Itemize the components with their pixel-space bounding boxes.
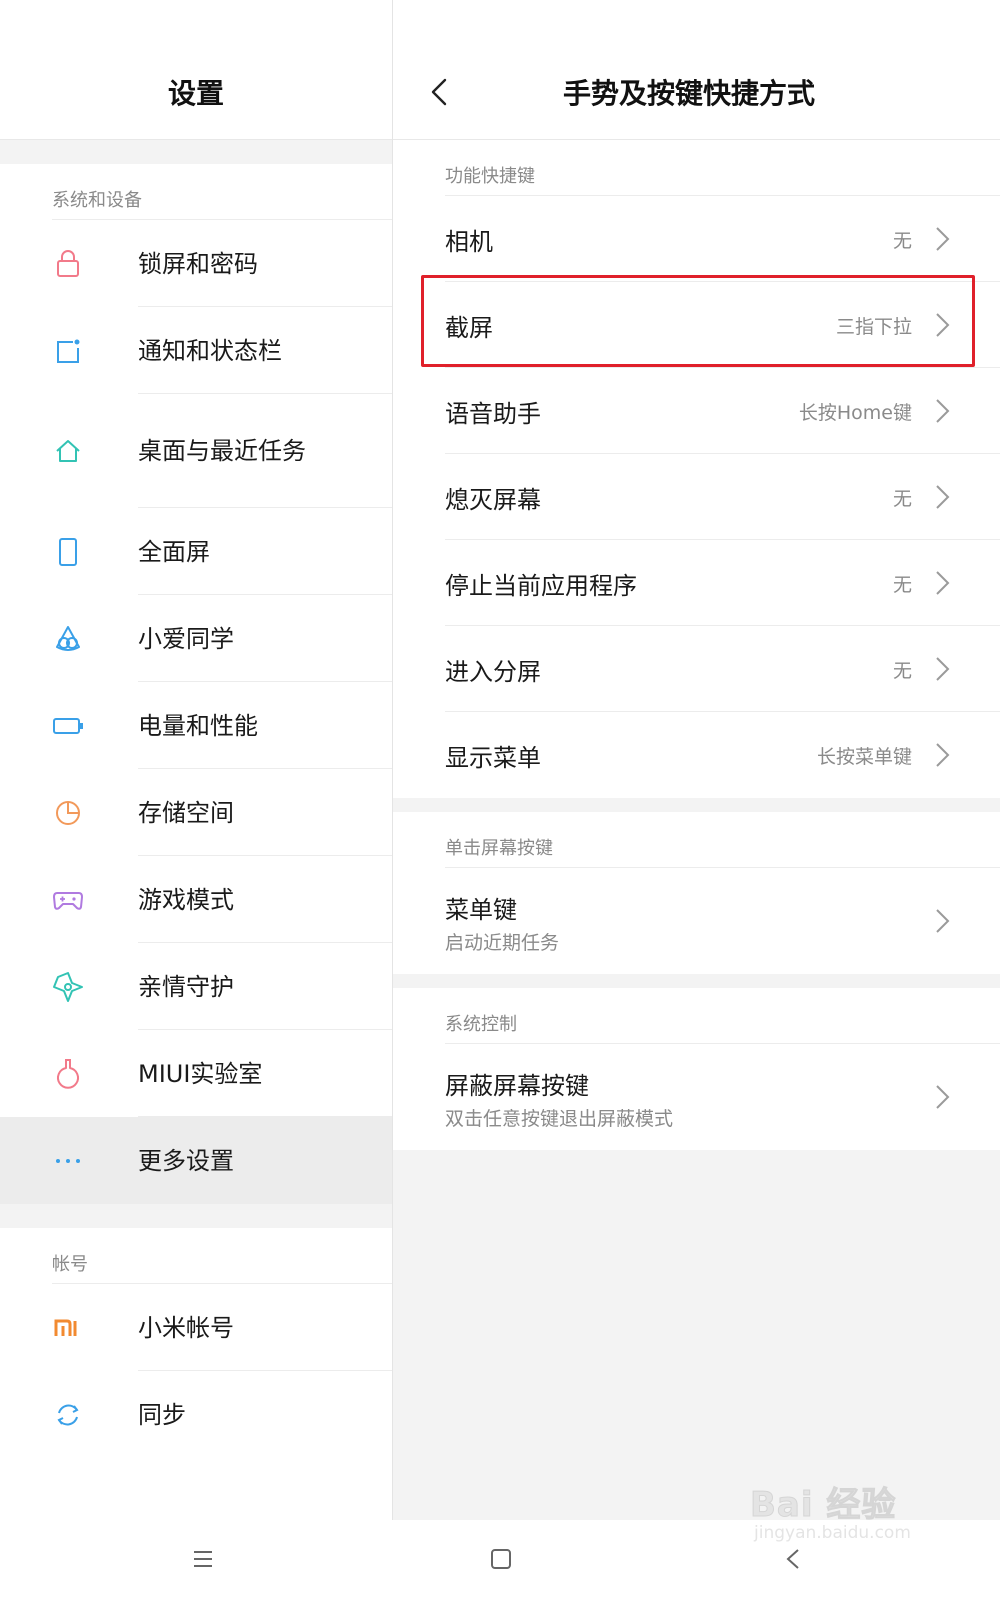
shortcut-show-menu[interactable]: 显示菜单 长按菜单键 (393, 712, 1000, 798)
chevron-right-icon (936, 657, 950, 681)
settings-item-game[interactable]: 游戏模式 (0, 856, 392, 943)
chevron-right-icon (936, 909, 950, 933)
settings-item-battery[interactable]: 电量和性能 (0, 682, 392, 769)
lock-icon (50, 246, 86, 282)
settings-item-storage[interactable]: 存储空间 (0, 769, 392, 856)
block-keys-label: 屏蔽屏幕按键 (445, 1072, 589, 1100)
settings-header: 设置 (0, 0, 392, 140)
settings-item-label: 通知和状态栏 (138, 336, 282, 365)
settings-item-family[interactable]: 亲情守护 (0, 943, 392, 1030)
menu-lines-icon[interactable] (188, 1544, 218, 1574)
shortcut-label: 停止当前应用程序 (445, 572, 637, 600)
settings-title: 设置 (167, 77, 224, 110)
chevron-right-icon (936, 227, 950, 251)
watermark-brand: Bai 经验 (749, 1485, 897, 1526)
settings-item-label: MIUI实验室 (138, 1059, 263, 1088)
shortcut-value: 三指下拉 (835, 316, 912, 338)
settings-item-notification[interactable]: 通知和状态栏 (0, 307, 392, 394)
block-keys-sub: 双击任意按键退出屏蔽模式 (445, 1108, 674, 1130)
shortcut-value: 无 (892, 230, 912, 252)
settings-item-label: 小爱同学 (138, 624, 234, 653)
settings-item-label: 存储空间 (138, 798, 234, 827)
notification-icon (50, 333, 86, 369)
shortcut-value: 无 (892, 660, 912, 682)
shortcut-camera[interactable]: 相机 无 (393, 196, 1000, 282)
section-label-shortcuts: 功能快捷键 (393, 140, 1000, 196)
gesture-shortcuts-panel: 手势及按键快捷方式 功能快捷键 相机 无 截屏 三指下拉 语音助手 长按Home… (393, 0, 1000, 1520)
shortcut-label: 熄灭屏幕 (445, 486, 541, 514)
shortcut-label: 进入分屏 (445, 658, 541, 686)
shortcut-split-screen[interactable]: 进入分屏 无 (393, 626, 1000, 712)
shortcut-stop-app[interactable]: 停止当前应用程序 无 (393, 540, 1000, 626)
shortcut-label: 显示菜单 (445, 744, 541, 772)
settings-item-desktop[interactable]: 桌面与最近任务 (0, 394, 392, 508)
sync-icon (50, 1397, 86, 1433)
watermark-url: jingyan.baidu.com (754, 1523, 911, 1543)
storage-pie-icon (50, 795, 86, 831)
home-icon (50, 433, 86, 469)
settings-item-sync[interactable]: 同步 (0, 1371, 392, 1458)
phone-icon (50, 534, 86, 570)
more-dots-icon (50, 1143, 86, 1179)
settings-item-mi-account[interactable]: 小米帐号 (0, 1284, 392, 1371)
settings-item-more[interactable]: 更多设置 (0, 1117, 392, 1204)
chevron-right-icon (936, 571, 950, 595)
shortcut-value: 长按菜单键 (816, 746, 912, 768)
section-label-account: 帐号 (0, 1228, 392, 1284)
menu-key-setting[interactable]: 菜单键 启动近期任务 (393, 868, 1000, 974)
page-title: 手势及按键快捷方式 (563, 77, 816, 110)
menu-key-label: 菜单键 (445, 896, 517, 924)
chevron-right-icon (936, 399, 950, 423)
settings-item-label: 游戏模式 (138, 885, 234, 914)
family-guard-icon (50, 969, 86, 1005)
gamepad-icon (50, 882, 86, 918)
back-arrow-icon[interactable] (423, 74, 459, 110)
section-label-system: 系统和设备 (0, 164, 392, 220)
battery-icon (50, 708, 86, 744)
settings-item-label: 电量和性能 (138, 711, 258, 740)
settings-item-label: 亲情守护 (138, 972, 234, 1001)
chevron-right-icon (936, 1085, 950, 1109)
shortcut-screen-off[interactable]: 熄灭屏幕 无 (393, 454, 1000, 540)
settings-item-fullscreen[interactable]: 全面屏 (0, 508, 392, 595)
shortcuts-header: 手势及按键快捷方式 (393, 0, 1000, 140)
section-label-system-control: 系统控制 (393, 988, 1000, 1044)
flask-icon (50, 1056, 86, 1092)
menu-key-sub: 启动近期任务 (445, 932, 560, 954)
shortcut-screenshot[interactable]: 截屏 三指下拉 (393, 282, 1000, 368)
shortcut-voice-assistant[interactable]: 语音助手 长按Home键 (393, 368, 1000, 454)
settings-panel: 设置 系统和设备 锁屏和密码 通知和状态栏 桌面与最近任务 全面屏 小爱同学 电… (0, 0, 392, 1520)
baidu-watermark: Bai 经验 jingyan.baidu.com (749, 1465, 990, 1560)
chevron-right-icon (936, 313, 950, 337)
shortcut-label: 语音助手 (445, 400, 541, 428)
settings-item-miui-lab[interactable]: MIUI实验室 (0, 1030, 392, 1117)
block-keys-setting[interactable]: 屏蔽屏幕按键 双击任意按键退出屏蔽模式 (393, 1044, 1000, 1150)
xiaoai-icon (50, 621, 86, 657)
settings-item-lockscreen[interactable]: 锁屏和密码 (0, 220, 392, 307)
home-square-icon[interactable] (486, 1544, 516, 1574)
settings-item-xiaoai[interactable]: 小爱同学 (0, 595, 392, 682)
settings-item-label: 小米帐号 (138, 1313, 234, 1342)
shortcut-value: 无 (892, 488, 912, 510)
settings-item-label: 锁屏和密码 (138, 249, 258, 278)
settings-item-label: 桌面与最近任务 (138, 437, 306, 465)
mi-logo-icon (50, 1310, 86, 1346)
settings-item-label: 更多设置 (138, 1146, 234, 1175)
shortcut-label: 相机 (445, 228, 493, 256)
settings-item-label: 同步 (138, 1400, 186, 1429)
chevron-right-icon (936, 485, 950, 509)
shortcut-value: 长按Home键 (798, 402, 912, 424)
shortcut-value: 无 (892, 574, 912, 596)
shortcut-label: 截屏 (445, 314, 493, 342)
settings-item-label: 全面屏 (138, 537, 210, 566)
section-label-single-press: 单击屏幕按键 (393, 812, 1000, 868)
chevron-right-icon (936, 743, 950, 767)
